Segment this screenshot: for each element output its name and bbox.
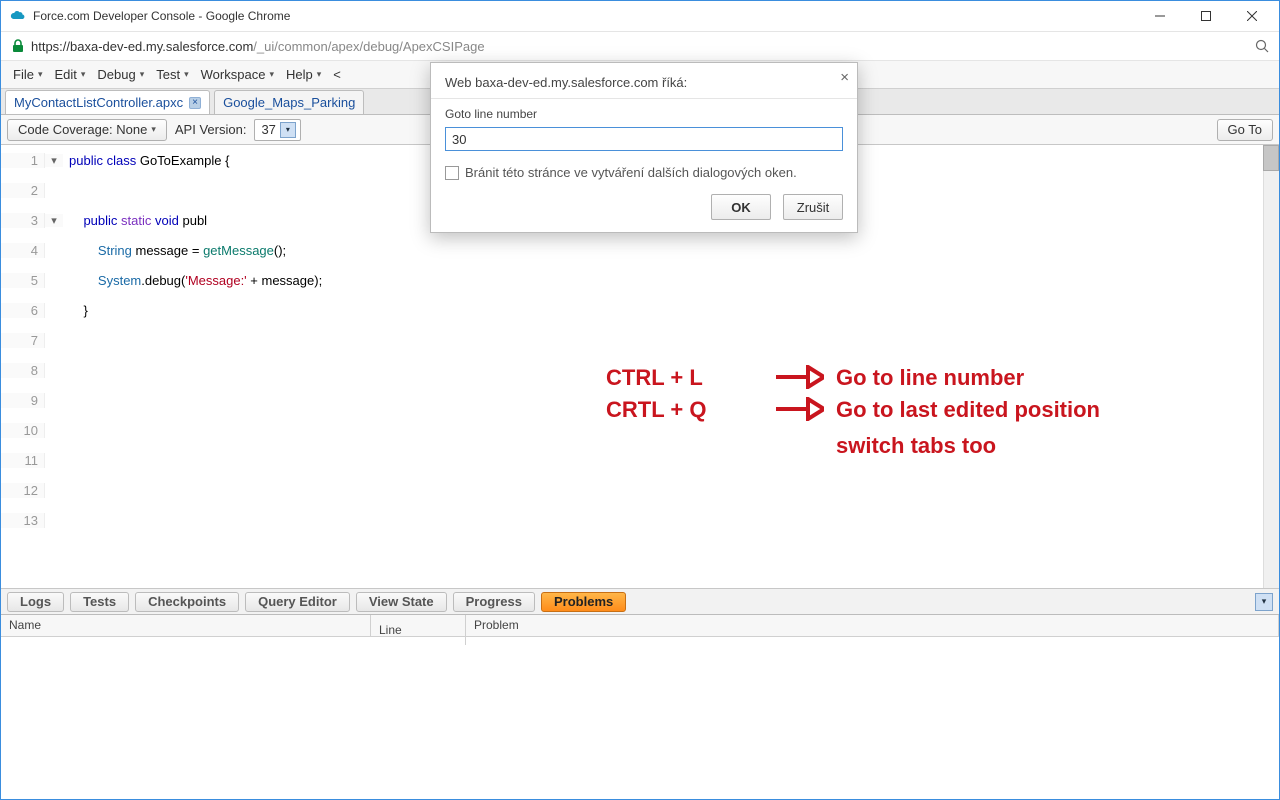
scrollbar-vertical[interactable] bbox=[1263, 145, 1279, 588]
problems-table-header: Name Line Problem bbox=[1, 615, 1279, 637]
fold-icon[interactable]: ▾ bbox=[45, 214, 63, 227]
menu-workspace[interactable]: Workspace▾ bbox=[195, 63, 280, 86]
url-path: /_ui/common/apex/debug/ApexCSIPage bbox=[253, 39, 484, 54]
annotation-text-switch-tabs: switch tabs too bbox=[836, 433, 996, 459]
menu-debug[interactable]: Debug▾ bbox=[91, 63, 150, 86]
fold-icon[interactable]: ▾ bbox=[45, 154, 63, 167]
col-problem[interactable]: Problem bbox=[466, 615, 1279, 636]
goto-line-dialog: Web baxa-dev-ed.my.salesforce.com říká: … bbox=[430, 62, 858, 233]
code-coverage-dropdown[interactable]: Code Coverage: None▾ bbox=[7, 119, 167, 141]
api-version-label: API Version: bbox=[175, 122, 247, 137]
problems-table-body bbox=[1, 637, 1279, 799]
tab-problems[interactable]: Problems bbox=[541, 592, 626, 612]
suppress-dialog-checkbox[interactable] bbox=[445, 166, 459, 180]
menu-test[interactable]: Test▾ bbox=[150, 63, 194, 86]
arrow-icon bbox=[774, 365, 824, 389]
arrow-icon bbox=[774, 397, 824, 421]
api-version-select[interactable]: 37▾ bbox=[254, 119, 300, 141]
bottom-tabs: Logs Tests Checkpoints Query Editor View… bbox=[1, 589, 1279, 615]
scrollbar-thumb[interactable] bbox=[1263, 145, 1279, 171]
suppress-dialog-label: Bránit této stránce ve vytváření dalších… bbox=[465, 165, 797, 180]
annotation-text-goto-line: Go to line number bbox=[836, 365, 1024, 391]
menu-edit[interactable]: Edit▾ bbox=[48, 63, 91, 86]
goto-line-input[interactable] bbox=[445, 127, 843, 151]
minimize-button[interactable] bbox=[1137, 1, 1183, 31]
tab-view-state[interactable]: View State bbox=[356, 592, 447, 612]
file-tab[interactable]: Google_Maps_Parking bbox=[214, 90, 364, 114]
file-tab-label: Google_Maps_Parking bbox=[223, 95, 355, 110]
menu-history-back[interactable]: < bbox=[327, 63, 347, 86]
collapse-panel-icon[interactable]: ▾ bbox=[1255, 593, 1273, 611]
window-title: Force.com Developer Console - Google Chr… bbox=[33, 9, 290, 23]
chevron-down-icon: ▾ bbox=[280, 122, 296, 138]
lock-icon bbox=[11, 39, 25, 53]
annotation-text-goto-last: Go to last edited position bbox=[836, 397, 1100, 423]
col-name[interactable]: Name bbox=[1, 615, 371, 636]
close-button[interactable] bbox=[1229, 1, 1275, 31]
menu-help[interactable]: Help▾ bbox=[280, 63, 327, 86]
maximize-button[interactable] bbox=[1183, 1, 1229, 31]
file-tab-active[interactable]: MyContactListController.apxc × bbox=[5, 90, 210, 114]
annotation-shortcut-ctrl-q: CRTL + Q bbox=[606, 397, 706, 423]
close-icon[interactable]: × bbox=[840, 69, 849, 86]
zoom-icon[interactable] bbox=[1255, 39, 1269, 53]
col-line[interactable]: Line bbox=[371, 615, 466, 645]
dialog-label: Goto line number bbox=[445, 107, 843, 121]
salesforce-cloud-icon bbox=[9, 9, 27, 23]
annotation-shortcut-ctrl-l: CTRL + L bbox=[606, 365, 703, 391]
tab-logs[interactable]: Logs bbox=[7, 592, 64, 612]
ok-button[interactable]: OK bbox=[711, 194, 771, 220]
tab-progress[interactable]: Progress bbox=[453, 592, 535, 612]
address-bar[interactable]: https://baxa-dev-ed.my.salesforce.com/_u… bbox=[1, 31, 1279, 61]
url-host: https://baxa-dev-ed.my.salesforce.com bbox=[31, 39, 253, 54]
file-tab-label: MyContactListController.apxc bbox=[14, 95, 183, 110]
tab-checkpoints[interactable]: Checkpoints bbox=[135, 592, 239, 612]
window-titlebar: Force.com Developer Console - Google Chr… bbox=[1, 1, 1279, 31]
close-tab-icon[interactable]: × bbox=[189, 97, 201, 109]
goto-button[interactable]: Go To bbox=[1217, 119, 1273, 141]
dialog-headline: Web baxa-dev-ed.my.salesforce.com říká: bbox=[445, 75, 687, 90]
cancel-button[interactable]: Zrušit bbox=[783, 194, 843, 220]
tab-query-editor[interactable]: Query Editor bbox=[245, 592, 350, 612]
menu-file[interactable]: File▾ bbox=[7, 63, 48, 86]
tab-tests[interactable]: Tests bbox=[70, 592, 129, 612]
